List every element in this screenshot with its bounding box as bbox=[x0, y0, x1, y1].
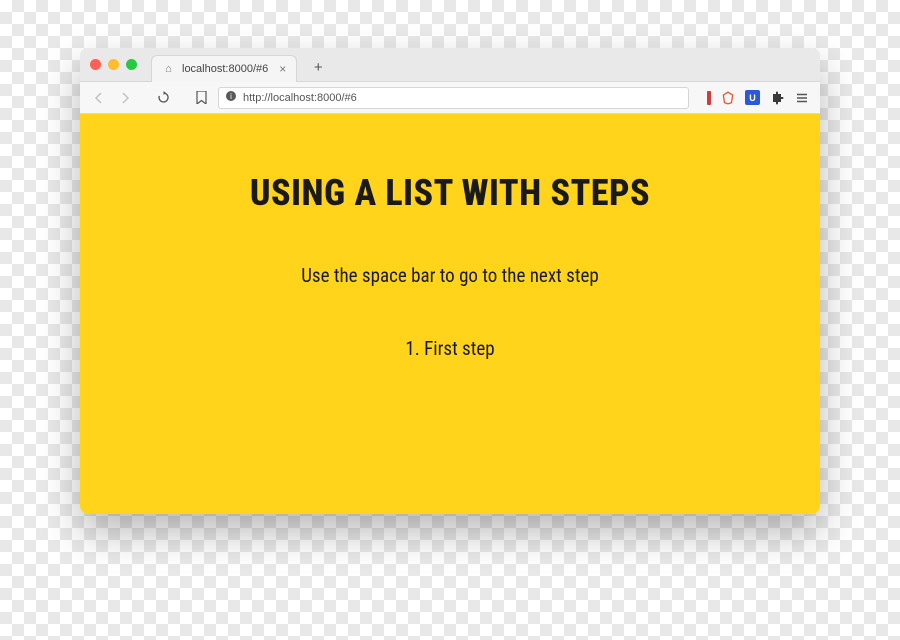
page-content: USING A LIST WITH STEPS Use the space ba… bbox=[80, 114, 820, 514]
menu-icon[interactable] bbox=[794, 90, 810, 106]
traffic-lights bbox=[90, 59, 137, 70]
title-bar: ⌂ localhost:8000/#6 × + bbox=[80, 48, 820, 82]
minimize-window-icon[interactable] bbox=[108, 59, 119, 70]
url-text: http://localhost:8000/#6 bbox=[243, 92, 682, 104]
favicon-icon: ⌂ bbox=[162, 62, 175, 75]
forward-button[interactable] bbox=[116, 89, 134, 107]
toolbar: i http://localhost:8000/#6 U bbox=[80, 82, 820, 114]
close-window-icon[interactable] bbox=[90, 59, 101, 70]
ublock-label: U bbox=[749, 93, 756, 103]
toolbar-right: U bbox=[707, 90, 810, 106]
site-info-icon[interactable]: i bbox=[225, 90, 237, 105]
step-number: 1. bbox=[405, 337, 419, 360]
step-text: First step bbox=[424, 337, 495, 360]
slide-step: 1. First step bbox=[405, 337, 494, 360]
browser-window: ⌂ localhost:8000/#6 × + i http://localho… bbox=[80, 48, 820, 514]
shield-icon[interactable] bbox=[707, 90, 711, 106]
maximize-window-icon[interactable] bbox=[126, 59, 137, 70]
url-bar[interactable]: i http://localhost:8000/#6 bbox=[218, 87, 689, 109]
svg-text:i: i bbox=[230, 92, 232, 101]
reload-button[interactable] bbox=[154, 89, 172, 107]
brave-icon[interactable] bbox=[720, 90, 736, 106]
slide-subtitle: Use the space bar to go to the next step bbox=[301, 264, 598, 287]
tab-close-icon[interactable]: × bbox=[279, 62, 286, 76]
bookmark-button[interactable] bbox=[192, 89, 210, 107]
new-tab-button[interactable]: + bbox=[307, 57, 329, 79]
browser-tab[interactable]: ⌂ localhost:8000/#6 × bbox=[151, 55, 297, 82]
tab-title: localhost:8000/#6 bbox=[182, 63, 268, 75]
ublock-icon[interactable]: U bbox=[745, 90, 760, 105]
back-button[interactable] bbox=[90, 89, 108, 107]
slide-heading: USING A LIST WITH STEPS bbox=[250, 172, 650, 214]
extensions-icon[interactable] bbox=[769, 90, 785, 106]
